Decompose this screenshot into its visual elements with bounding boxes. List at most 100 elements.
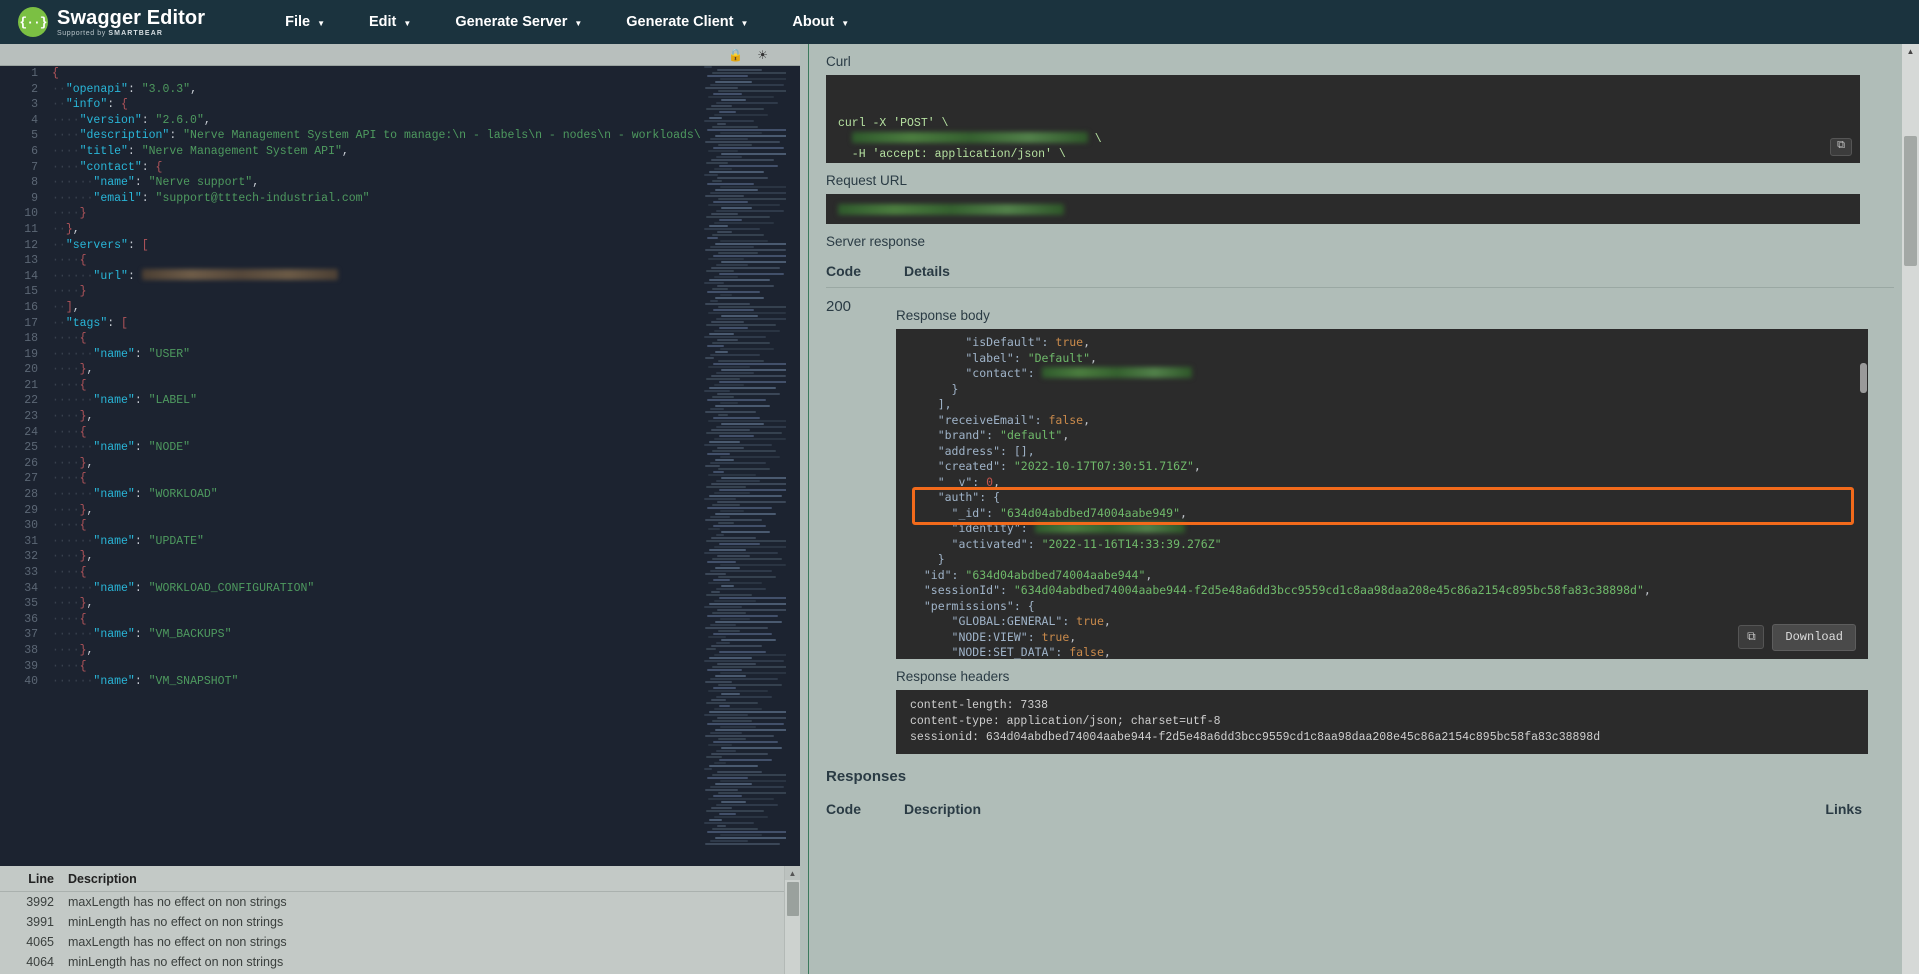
minimap-line [704,228,760,230]
scroll-up-icon[interactable]: ▲ [1902,44,1919,60]
line-content: ······"name": "LABEL" [52,393,197,409]
minimap-line [712,558,782,560]
minimap-line [714,762,726,764]
minimap-line [713,633,772,635]
minimap-line [710,138,748,140]
minimap-line [712,774,794,776]
minimap-line [709,441,740,443]
response-headers-label: Response headers [896,669,1902,684]
line-number: 33 [0,565,52,581]
code-line: 10····} [0,206,700,222]
minimap-line [704,498,736,500]
lock-icon[interactable]: 🔒 [728,49,743,61]
code-line: 13····{ [0,253,700,269]
errors-scroll-thumb[interactable] [787,882,799,916]
code-line: 32····}, [0,549,700,565]
minimap-line [715,405,770,407]
response-body-scroll-thumb[interactable] [1860,363,1867,393]
scroll-up-icon[interactable]: ▲ [785,866,800,880]
errors-scrollbar[interactable]: ▲ [784,866,800,974]
minimap-line [705,249,786,251]
minimap-line [713,417,760,419]
minimap-line [719,381,790,383]
minimap-line [711,159,774,161]
menu-item-file[interactable]: File ▼ [263,8,347,36]
minimap-line [712,342,770,344]
menu-item-edit[interactable]: Edit ▼ [347,8,433,36]
error-description: minLength has no effect on non strings [68,955,283,969]
editor-toolbar: 🔒 ☀ [0,44,800,66]
minimap-line [708,366,750,368]
minimap-line [705,87,738,89]
code-line: 26····}, [0,456,700,472]
download-button[interactable]: Download [1772,624,1856,652]
code-line: 31······"name": "UPDATE" [0,534,700,550]
line-number: 36 [0,612,52,628]
minimap-line [705,411,756,413]
minimap-line [721,153,788,155]
menu-item-file-label: File [285,14,310,30]
menu-item-generate-server[interactable]: Generate Server ▼ [433,8,604,36]
line-number: 25 [0,440,52,456]
minimap-line [715,81,752,83]
minimap-line [705,627,768,629]
line-number: 5 [0,128,52,144]
error-row[interactable]: 3992maxLength has no effect on non strin… [0,892,784,912]
menu-item-generate-server-label: Generate Server [455,14,567,30]
responses-table-header: Code Description Links [818,801,1902,817]
minimap-line [717,231,732,233]
error-row[interactable]: 4064minLength has no effect on non strin… [0,952,784,972]
minimap-line [708,474,756,476]
menu-item-generate-client[interactable]: Generate Client ▼ [604,8,770,36]
errors-col-description: Description [68,872,137,886]
swagger-scrollbar[interactable]: ▲ [1902,44,1919,974]
minimap-line [707,291,760,293]
swagger-scroll-thumb[interactable] [1904,136,1917,266]
code-editor[interactable]: 1{2··"openapi": "3.0.3",3··"info": {4···… [0,66,700,866]
minimap-line [708,690,768,692]
response-body-line: } [910,382,1854,398]
minimap-line [719,651,766,653]
line-number: 15 [0,284,52,300]
editor-minimap[interactable] [700,66,800,866]
menu-item-generate-client-label: Generate Client [626,14,733,30]
supported-by-label: Supported by [57,30,108,37]
menu-item-about[interactable]: About ▼ [770,8,871,36]
minimap-line [710,624,736,626]
minimap-line [721,315,758,317]
line-content: ··"tags": [ [52,316,128,332]
menu-item-about-label: About [792,14,834,30]
response-body-line: "__v": 0, [910,475,1854,491]
copy-response-button[interactable]: ⧉ [1738,625,1764,649]
error-row[interactable]: 3991minLength has no effect on non strin… [0,912,784,932]
minimap-line [713,363,796,365]
minimap-line [718,144,752,146]
response-body-box[interactable]: "isDefault": true, "label": "Default", "… [896,329,1868,659]
app-logo[interactable]: {··} Swagger Editor Supported by SMARTBE… [18,7,205,37]
response-body-line: "brand": "default", [910,428,1854,444]
minimap-line [717,393,780,395]
minimap-line [710,462,766,464]
minimap-line [717,339,738,341]
editor-scrollbar[interactable] [786,66,800,866]
minimap-line [707,831,790,833]
theme-toggle-icon[interactable]: ☀ [757,49,768,61]
minimap-line [714,546,792,548]
minimap-line [711,753,768,755]
minimap-line [716,804,778,806]
line-content: ····"version": "2.6.0", [52,113,211,129]
error-row[interactable]: 4065maxLength has no effect on non strin… [0,932,784,952]
line-content: ····}, [52,596,93,612]
response-body-scrollbar[interactable] [1858,329,1868,659]
minimap-line [709,279,770,281]
minimap-line [715,621,782,623]
minimap-line [719,813,736,815]
line-content: ······"name": "USER" [52,347,190,363]
minimap-line [707,399,766,401]
line-content: ····} [52,206,87,222]
minimap-line [706,378,740,380]
minimap-line [716,588,766,590]
copy-curl-button[interactable]: ⧉ [1830,138,1852,156]
line-number: 2 [0,82,52,98]
minimap-line [712,180,722,182]
